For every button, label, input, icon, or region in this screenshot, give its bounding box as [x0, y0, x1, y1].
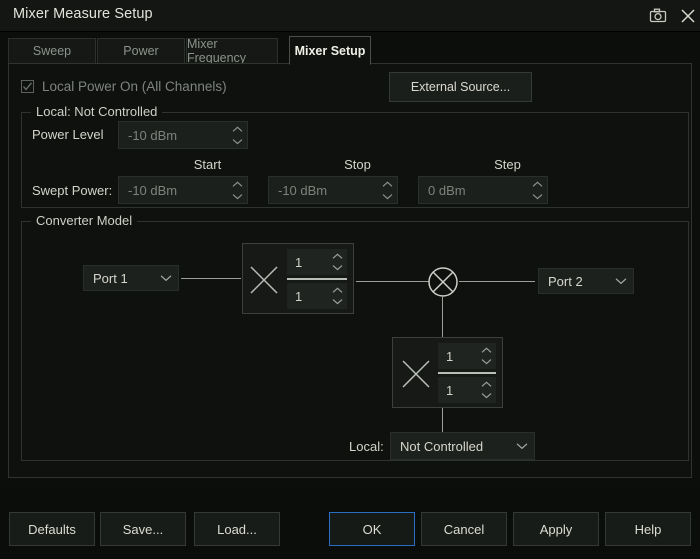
local-group-legend: Local: Not Controlled: [31, 104, 162, 119]
chevron-up-icon[interactable]: [382, 178, 393, 190]
wire-mixer-to-port2: [459, 281, 535, 282]
lo-multiplier-block: 1 1: [392, 337, 503, 408]
lo-numerator-value: 1: [438, 349, 476, 364]
chevron-up-icon[interactable]: [332, 285, 343, 296]
swept-power-step-input[interactable]: 0 dBm: [418, 176, 548, 204]
external-source-button[interactable]: External Source...: [389, 72, 532, 102]
rf-multiplier-block: 1 1: [242, 243, 354, 314]
close-icon[interactable]: [678, 6, 698, 26]
rf-denominator-value: 1: [287, 289, 327, 304]
wire-port1-to-multiplier: [181, 278, 241, 279]
column-header-step: Step: [470, 157, 545, 172]
swept-power-stop-spinner[interactable]: [377, 177, 397, 203]
wire-multiplier-to-mixer: [356, 281, 429, 282]
rf-denominator-input[interactable]: 1: [287, 283, 347, 309]
power-level-label: Power Level: [32, 127, 104, 142]
cancel-button[interactable]: Cancel: [421, 512, 507, 546]
chevron-down-icon[interactable]: [154, 274, 178, 282]
tab-mixer-frequency[interactable]: Mixer Frequency: [186, 38, 278, 64]
converter-model-group: Converter Model Port 1 1: [21, 221, 689, 461]
local-source-combo-value: Not Controlled: [391, 439, 510, 454]
power-level-input[interactable]: -10 dBm: [118, 121, 248, 149]
chevron-down-icon[interactable]: [382, 190, 393, 202]
chevron-up-icon[interactable]: [481, 345, 492, 356]
rf-numerator-spinner[interactable]: [327, 249, 347, 275]
port1-combo[interactable]: Port 1: [83, 265, 179, 291]
tab-sweep[interactable]: Sweep: [8, 38, 96, 64]
swept-power-step-value: 0 dBm: [419, 183, 527, 198]
fraction-bar: [438, 372, 496, 374]
local-power-checkbox[interactable]: Local Power On (All Channels): [21, 79, 227, 94]
title-bar: Mixer Measure Setup: [0, 0, 700, 32]
local-power-checkbox-label: Local Power On (All Channels): [42, 79, 227, 94]
chevron-up-icon[interactable]: [332, 251, 343, 262]
lo-numerator-input[interactable]: 1: [438, 343, 496, 369]
chevron-down-icon[interactable]: [332, 296, 343, 307]
swept-power-start-spinner[interactable]: [227, 177, 247, 203]
tab-panel-mixer-setup: Local Power On (All Channels) External S…: [8, 63, 692, 478]
chevron-up-icon[interactable]: [481, 379, 492, 390]
local-group: Local: Not Controlled Power Level -10 dB…: [21, 112, 689, 208]
dialog-footer: Defaults Save... Load... OK Cancel Apply…: [0, 489, 700, 559]
window-title: Mixer Measure Setup: [13, 6, 153, 22]
port2-combo-value: Port 2: [539, 274, 609, 289]
swept-power-stop-input[interactable]: -10 dBm: [268, 176, 398, 204]
power-level-value: -10 dBm: [119, 128, 227, 143]
chevron-down-icon[interactable]: [232, 190, 243, 202]
local-source-combo[interactable]: Not Controlled: [390, 432, 535, 460]
chevron-down-icon[interactable]: [609, 277, 633, 285]
defaults-button[interactable]: Defaults: [9, 512, 95, 546]
multiply-icon: [248, 264, 280, 296]
lo-denominator-spinner[interactable]: [476, 377, 496, 403]
checkbox-box: [21, 80, 34, 93]
lo-denominator-value: 1: [438, 383, 476, 398]
swept-power-start-value: -10 dBm: [119, 183, 227, 198]
converter-model-legend: Converter Model: [31, 213, 137, 228]
help-button[interactable]: Help: [605, 512, 691, 546]
multiply-icon: [400, 358, 432, 390]
chevron-down-icon[interactable]: [332, 262, 343, 273]
chevron-up-icon[interactable]: [232, 123, 243, 135]
rf-denominator-spinner[interactable]: [327, 283, 347, 309]
column-header-start: Start: [170, 157, 245, 172]
chevron-up-icon[interactable]: [232, 178, 243, 190]
swept-power-stop-value: -10 dBm: [269, 183, 377, 198]
dialog-window: Mixer Measure Setup Sweep Power Mixer Fr…: [0, 0, 700, 559]
load-button[interactable]: Load...: [194, 512, 280, 546]
save-button[interactable]: Save...: [100, 512, 186, 546]
swept-power-start-input[interactable]: -10 dBm: [118, 176, 248, 204]
chevron-down-icon[interactable]: [481, 356, 492, 367]
wire-mixer-to-lo-multiplier: [442, 296, 443, 338]
local-label: Local:: [349, 439, 384, 454]
chevron-down-icon[interactable]: [532, 190, 543, 202]
chevron-up-icon[interactable]: [532, 178, 543, 190]
lo-denominator-input[interactable]: 1: [438, 377, 496, 403]
rf-numerator-input[interactable]: 1: [287, 249, 347, 275]
lo-numerator-spinner[interactable]: [476, 343, 496, 369]
chevron-down-icon[interactable]: [232, 135, 243, 147]
rf-numerator-value: 1: [287, 255, 327, 270]
port1-combo-value: Port 1: [84, 271, 154, 286]
port2-combo[interactable]: Port 2: [538, 268, 634, 294]
chevron-down-icon[interactable]: [510, 442, 534, 450]
column-header-stop: Stop: [320, 157, 395, 172]
mixer-symbol-icon: [427, 266, 459, 298]
power-level-spinner[interactable]: [227, 122, 247, 148]
swept-power-label: Swept Power:: [32, 183, 112, 198]
apply-button[interactable]: Apply: [513, 512, 599, 546]
tab-power[interactable]: Power: [97, 38, 185, 64]
chevron-down-icon[interactable]: [481, 390, 492, 401]
ok-button[interactable]: OK: [329, 512, 415, 546]
fraction-bar: [287, 278, 347, 280]
swept-power-step-spinner[interactable]: [527, 177, 547, 203]
tab-mixer-setup[interactable]: Mixer Setup: [289, 36, 371, 65]
camera-icon[interactable]: [648, 6, 668, 26]
